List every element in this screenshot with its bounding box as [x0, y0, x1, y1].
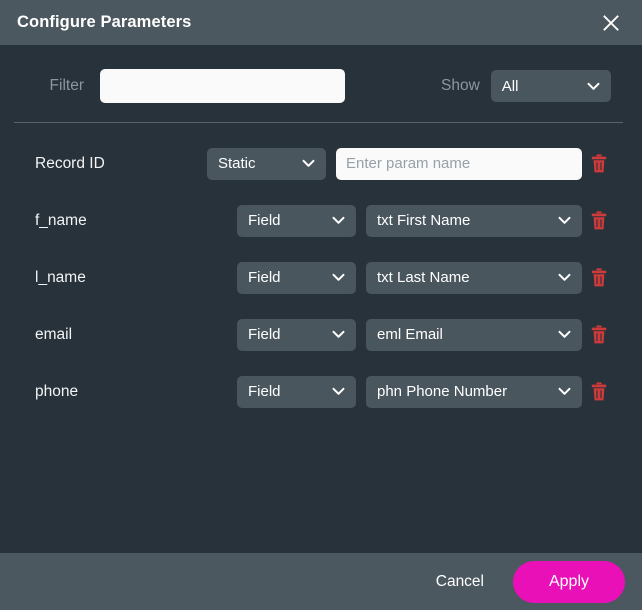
table-row: Record ID Static: [0, 135, 642, 192]
param-value-select[interactable]: eml Email: [366, 318, 582, 351]
chevron-down-icon: [326, 330, 356, 339]
chevron-down-icon: [552, 387, 582, 396]
trash-icon: [591, 268, 607, 287]
param-type-select[interactable]: Field: [237, 318, 356, 351]
parameter-rows: Record ID Static Enter param name f_name…: [0, 135, 642, 420]
chevron-down-icon: [326, 387, 356, 396]
param-name-label: l_name: [35, 268, 86, 286]
trash-icon: [591, 382, 607, 401]
cancel-button[interactable]: Cancel: [426, 565, 494, 599]
param-type-value: Field: [248, 326, 281, 343]
chevron-down-icon: [552, 216, 582, 225]
filter-toolbar: Filter Show All: [0, 45, 642, 103]
filter-input[interactable]: [100, 69, 345, 103]
delete-row-button[interactable]: [589, 152, 609, 176]
param-type-select[interactable]: Static: [207, 147, 326, 180]
filter-label: Filter: [49, 77, 84, 94]
show-select-value: All: [501, 77, 519, 95]
chevron-down-icon: [296, 159, 326, 168]
table-row: f_name Field txt First Name: [0, 192, 642, 249]
param-name-label: phone: [35, 382, 79, 400]
table-row: l_name Field txt Last Name: [0, 249, 642, 306]
param-type-select[interactable]: Field: [237, 204, 356, 237]
apply-button[interactable]: Apply: [513, 560, 625, 603]
param-type-value: Field: [248, 269, 281, 286]
param-value-input[interactable]: [336, 147, 582, 180]
delete-row-button[interactable]: [589, 323, 609, 347]
trash-icon: [591, 325, 607, 344]
param-type-value: Field: [248, 212, 281, 229]
param-value-select[interactable]: txt First Name: [366, 204, 582, 237]
table-row: email Field eml Email: [0, 306, 642, 363]
table-row: phone Field phn Phone Number: [0, 363, 642, 420]
dialog-title: Configure Parameters: [17, 13, 192, 31]
chevron-down-icon: [581, 82, 611, 91]
param-value-text: phn Phone Number: [377, 383, 508, 400]
dialog-titlebar: Configure Parameters: [0, 0, 642, 45]
dialog-footer: Cancel Apply: [0, 553, 642, 610]
dialog-body: Filter Show All Record ID Static Enter p…: [0, 45, 642, 553]
close-icon[interactable]: [596, 8, 626, 38]
show-label: Show: [441, 77, 480, 94]
delete-row-button[interactable]: [589, 380, 609, 404]
param-name-label: f_name: [35, 211, 87, 229]
delete-row-button[interactable]: [589, 266, 609, 290]
trash-icon: [591, 154, 607, 173]
param-value-text: eml Email: [377, 326, 443, 343]
show-select[interactable]: All: [490, 70, 611, 102]
param-name-label: email: [35, 325, 73, 343]
param-type-select[interactable]: Field: [237, 375, 356, 408]
chevron-down-icon: [326, 216, 356, 225]
param-type-value: Field: [248, 383, 281, 400]
param-value-text: txt First Name: [377, 212, 471, 229]
chevron-down-icon: [326, 273, 356, 282]
param-value-text: txt Last Name: [377, 269, 470, 286]
param-type-select[interactable]: Field: [237, 261, 356, 294]
trash-icon: [591, 211, 607, 230]
param-value-select[interactable]: phn Phone Number: [366, 375, 582, 408]
configure-parameters-dialog: Configure Parameters Filter Show All Rec…: [0, 0, 642, 610]
chevron-down-icon: [552, 273, 582, 282]
param-name-label: Record ID: [35, 154, 105, 172]
param-value-select[interactable]: txt Last Name: [366, 261, 582, 294]
chevron-down-icon: [552, 330, 582, 339]
toolbar-divider: [14, 122, 623, 123]
param-type-value: Static: [218, 155, 256, 172]
delete-row-button[interactable]: [589, 209, 609, 233]
